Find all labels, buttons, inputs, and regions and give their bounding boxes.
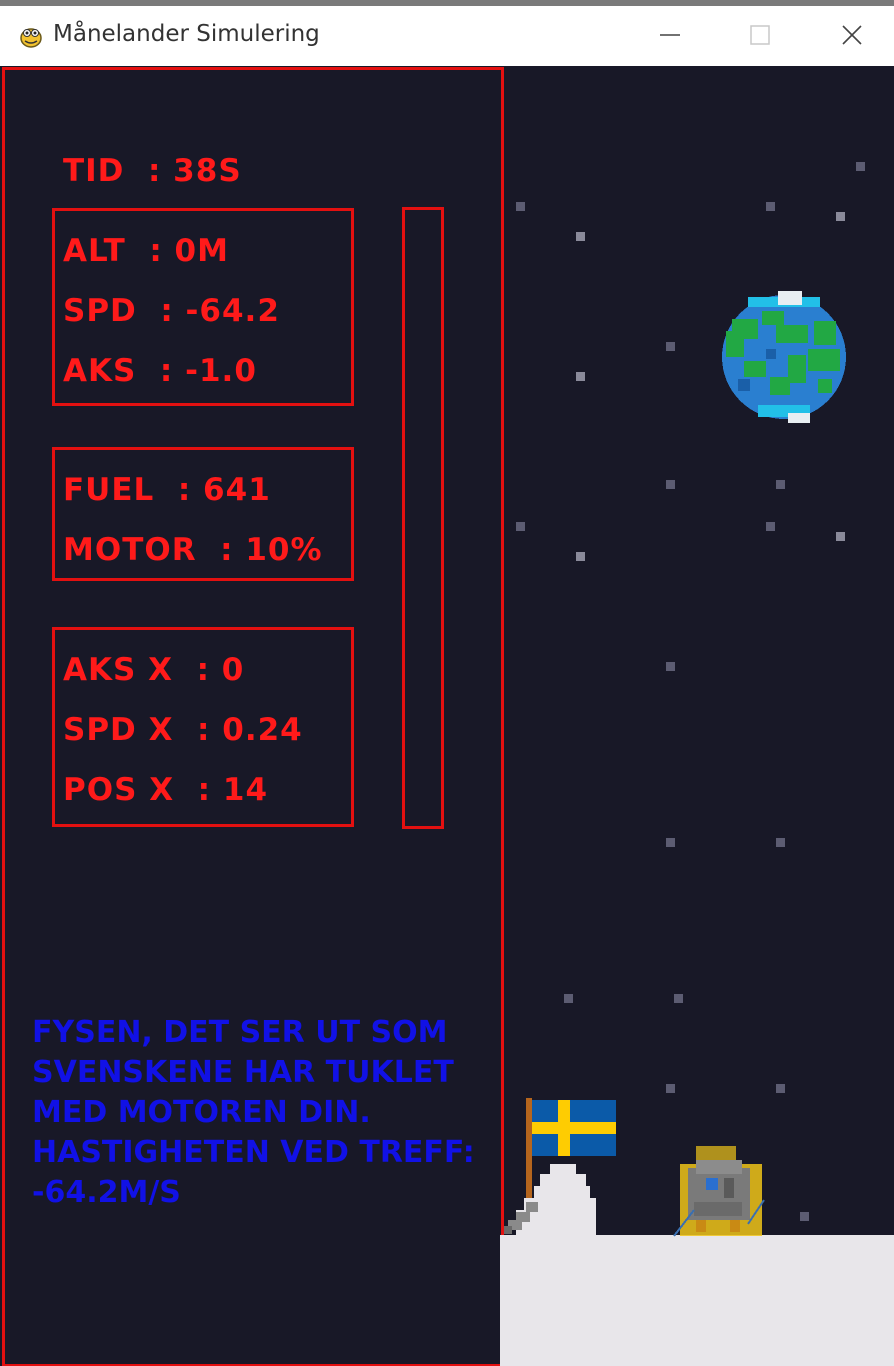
horizontal-stats-box: AKS X : 0 SPD X : 0.24 POS X : 14 (52, 627, 354, 827)
star (516, 202, 525, 211)
moon-ground (500, 1235, 894, 1366)
star (836, 532, 845, 541)
message-line: SVENSKENE HAR TUKLET (32, 1055, 454, 1090)
speed-x-readout: SPD X : 0.24 (63, 712, 303, 748)
game-canvas[interactable]: TID : 38S ALT : 0M SPD : -64.2 AKS : -1.… (0, 66, 894, 1366)
taskbar-strip (0, 0, 894, 6)
swedish-flag-icon (526, 1098, 616, 1198)
hud-panel: TID : 38S ALT : 0M SPD : -64.2 AKS : -1.… (2, 67, 504, 1366)
star (674, 994, 683, 1003)
fuel-readout: FUEL : 641 (63, 472, 271, 508)
altitude-readout: ALT : 0M (63, 233, 229, 269)
star (516, 522, 525, 531)
close-icon (842, 25, 862, 45)
star (576, 232, 585, 241)
minimize-icon (660, 34, 680, 36)
position-x-readout: POS X : 14 (63, 772, 269, 808)
speed-readout: SPD : -64.2 (63, 293, 280, 329)
maximize-button[interactable] (730, 14, 790, 56)
maximize-icon (750, 25, 770, 45)
vertical-stats-box: ALT : 0M SPD : -64.2 AKS : -1.0 (52, 208, 354, 406)
star (666, 342, 675, 351)
star (564, 994, 573, 1003)
acceleration-readout: AKS : -1.0 (63, 353, 257, 389)
star (776, 1084, 785, 1093)
star (800, 1212, 809, 1221)
pygame-snake-icon (20, 28, 42, 48)
message-line: MED MOTOREN DIN. (32, 1095, 371, 1130)
minimize-button[interactable] (640, 14, 700, 56)
star (666, 1084, 675, 1093)
fuel-gauge (402, 207, 444, 829)
star (776, 480, 785, 489)
star (576, 552, 585, 561)
star (766, 202, 775, 211)
window-titlebar[interactable]: Månelander Simulering (0, 0, 894, 66)
window-title: Månelander Simulering (53, 21, 320, 47)
crash-message: FYSEN, DET SER UT SOM SVENSKENE HAR TUKL… (32, 1013, 482, 1213)
motor-readout: MOTOR : 10% (63, 532, 323, 568)
engine-stats-box: FUEL : 641 MOTOR : 10% (52, 447, 354, 581)
earth-icon (722, 291, 846, 423)
message-line: HASTIGHETEN VED TREFF: (32, 1135, 475, 1170)
message-line: FYSEN, DET SER UT SOM (32, 1015, 448, 1050)
star (776, 838, 785, 847)
star (666, 480, 675, 489)
star (576, 372, 585, 381)
star (666, 838, 675, 847)
star (836, 212, 845, 221)
star (856, 162, 865, 171)
acceleration-x-readout: AKS X : 0 (63, 652, 245, 688)
lunar-lander-icon (673, 1146, 765, 1237)
star (766, 522, 775, 531)
close-button[interactable] (822, 14, 882, 56)
message-line: -64.2M/S (32, 1175, 181, 1210)
star (666, 662, 675, 671)
time-readout: TID : 38S (63, 153, 242, 189)
